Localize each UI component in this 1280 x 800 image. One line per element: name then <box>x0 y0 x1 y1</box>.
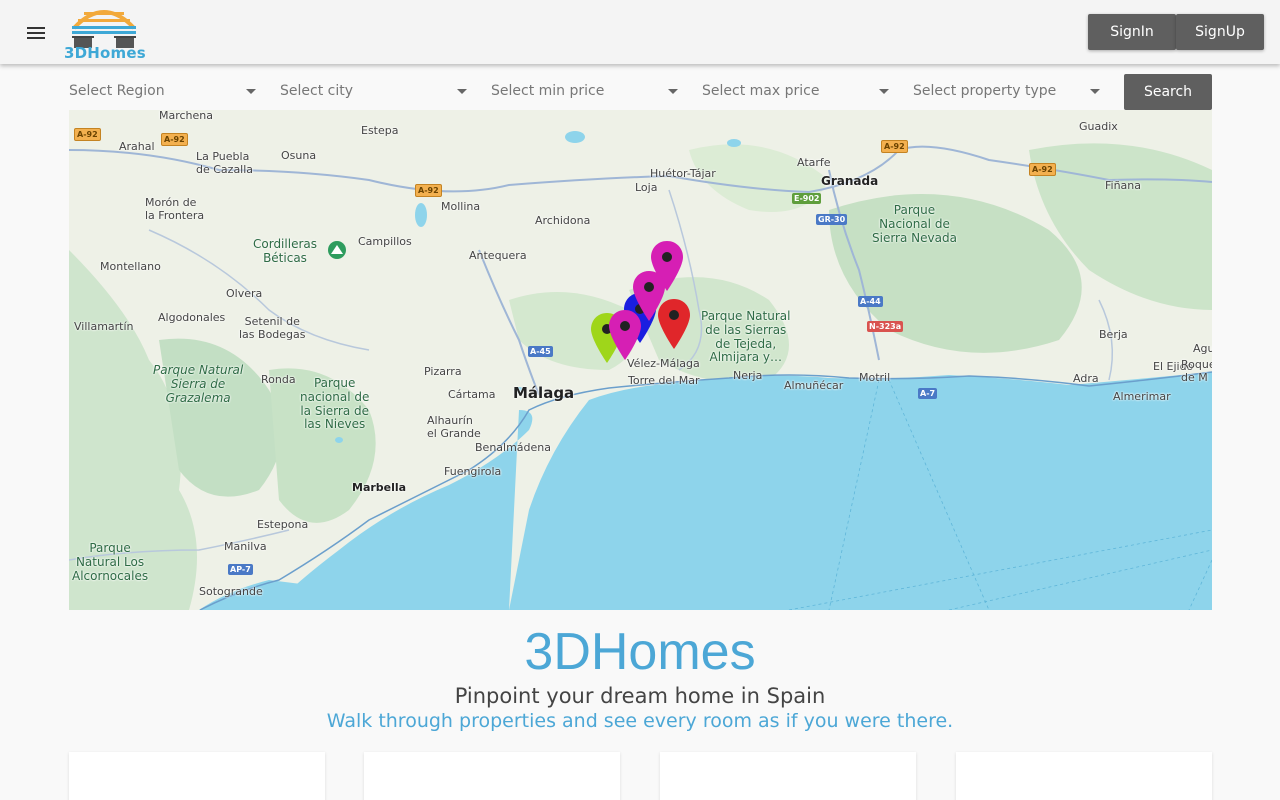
map-label: Almerimar <box>1113 390 1171 403</box>
map-label: Montellano <box>100 260 161 273</box>
chevron-down-icon <box>668 89 678 94</box>
map-label: Olvera <box>226 287 263 300</box>
map-label: Campillos <box>358 235 412 248</box>
map-label: Manilva <box>224 540 267 553</box>
hero-title: 3DHomes <box>524 623 756 681</box>
region-select[interactable]: Select Region <box>69 80 259 106</box>
hero-tagline: Walk through properties and see every ro… <box>326 710 954 732</box>
signin-button[interactable]: SignIn <box>1088 14 1176 50</box>
map-label: Torre del Mar <box>628 374 700 387</box>
road-shield: A-45 <box>528 346 553 357</box>
property-card[interactable] <box>364 752 620 800</box>
map-label: Atarfe <box>797 156 831 169</box>
chevron-down-icon <box>457 89 467 94</box>
map-label: Parque Nacional de Sierra Nevada <box>872 203 957 245</box>
map-label: Parque nacional de la Sierra de las Niev… <box>300 376 370 432</box>
map-label: Motril <box>859 371 891 384</box>
road-shield: N-323a <box>867 321 904 332</box>
menu-icon[interactable] <box>16 14 56 52</box>
logo-house-icon <box>72 10 136 48</box>
map-label: Guadix <box>1079 120 1118 133</box>
map-label: Morón de la Frontera <box>145 196 205 222</box>
max-price-select-label: Select max price <box>702 83 820 99</box>
map-label: Alhaurín el Grande <box>427 414 481 440</box>
map-label: Fiñana <box>1105 179 1142 192</box>
map-label: Ronda <box>261 373 296 386</box>
road-shield: A-92 <box>1029 163 1056 176</box>
map-label: Cordilleras Béticas <box>253 237 317 265</box>
road-shield: A-92 <box>161 133 188 146</box>
road-shield: A-92 <box>74 128 101 141</box>
chevron-down-icon <box>879 89 889 94</box>
map-label: Marchena <box>159 110 214 122</box>
road-shield: A-92 <box>881 140 908 153</box>
property-map[interactable]: Marchena Arahal Estepa La Puebla de Caza… <box>69 110 1212 610</box>
map-label: Antequera <box>469 249 527 262</box>
map-label: Parque Natural Sierra de Grazalema <box>153 363 244 405</box>
road-shield: A-7 <box>918 388 938 399</box>
map-label: Parque Natural de las Sierras de Tejeda,… <box>701 309 791 365</box>
map-label: Granada <box>821 174 879 188</box>
min-price-select-label: Select min price <box>491 83 605 99</box>
map-label: Marbella <box>352 481 407 494</box>
property-card[interactable] <box>956 752 1212 800</box>
road-shield: E-902 <box>792 193 822 204</box>
road-shield: GR-30 <box>816 214 848 225</box>
road-shield: A-92 <box>415 184 442 197</box>
map-label: Agu <box>1193 342 1212 355</box>
map-label: Benalmádena <box>475 441 552 454</box>
chevron-down-icon <box>1090 89 1100 94</box>
map-label: Roque de M <box>1181 358 1212 384</box>
map-label: Berja <box>1099 328 1128 341</box>
map-label: Archidona <box>535 214 591 227</box>
chevron-down-icon <box>246 89 256 94</box>
road-shield: AP-7 <box>228 564 253 575</box>
map-label: Estepona <box>257 518 309 531</box>
logo[interactable]: 3DHomes <box>64 2 146 62</box>
map-label: Loja <box>635 181 658 194</box>
property-card[interactable] <box>660 752 916 800</box>
map-label: La Puebla de Cazalla <box>196 150 254 176</box>
map-label: Nerja <box>733 369 763 382</box>
map-label: Villamartín <box>74 320 134 333</box>
map-label: Cártama <box>448 388 496 401</box>
hero-subtitle: Pinpoint your dream home in Spain <box>454 684 826 708</box>
map-label: Mollina <box>441 200 481 213</box>
city-select[interactable]: Select city <box>280 80 470 106</box>
property-card[interactable] <box>69 752 325 800</box>
search-button[interactable]: Search <box>1124 74 1212 110</box>
property-type-select-label: Select property type <box>913 83 1057 99</box>
top-app-bar: 3DHomes SignIn SignUp <box>0 0 1280 64</box>
map-label: Pizarra <box>424 365 462 378</box>
map-label: Adra <box>1073 372 1099 385</box>
region-select-label: Select Region <box>69 83 165 99</box>
map-label: Sotogrande <box>199 585 263 598</box>
map-label: Parque Natural Los Alcornocales <box>72 541 149 583</box>
map-label: Osuna <box>281 149 317 162</box>
map-label: Algodonales <box>158 311 226 324</box>
map-label: Arahal <box>119 140 155 153</box>
road-shield: A-44 <box>858 296 883 307</box>
signup-button[interactable]: SignUp <box>1176 14 1264 50</box>
map-label: Setenil de las Bodegas <box>239 315 306 341</box>
map-label: Fuengirola <box>444 465 502 478</box>
property-type-select[interactable]: Select property type <box>913 80 1103 106</box>
map-label: Huétor-Tájar <box>650 167 716 180</box>
max-price-select[interactable]: Select max price <box>702 80 892 106</box>
logo-text: 3DHomes <box>64 44 146 62</box>
property-marker-pin[interactable] <box>608 309 642 361</box>
map-label: Estepa <box>361 124 399 137</box>
map-label: Almuñécar <box>784 379 844 392</box>
city-select-label: Select city <box>280 83 354 99</box>
map-label: Málaga <box>513 384 575 402</box>
min-price-select[interactable]: Select min price <box>491 80 681 106</box>
